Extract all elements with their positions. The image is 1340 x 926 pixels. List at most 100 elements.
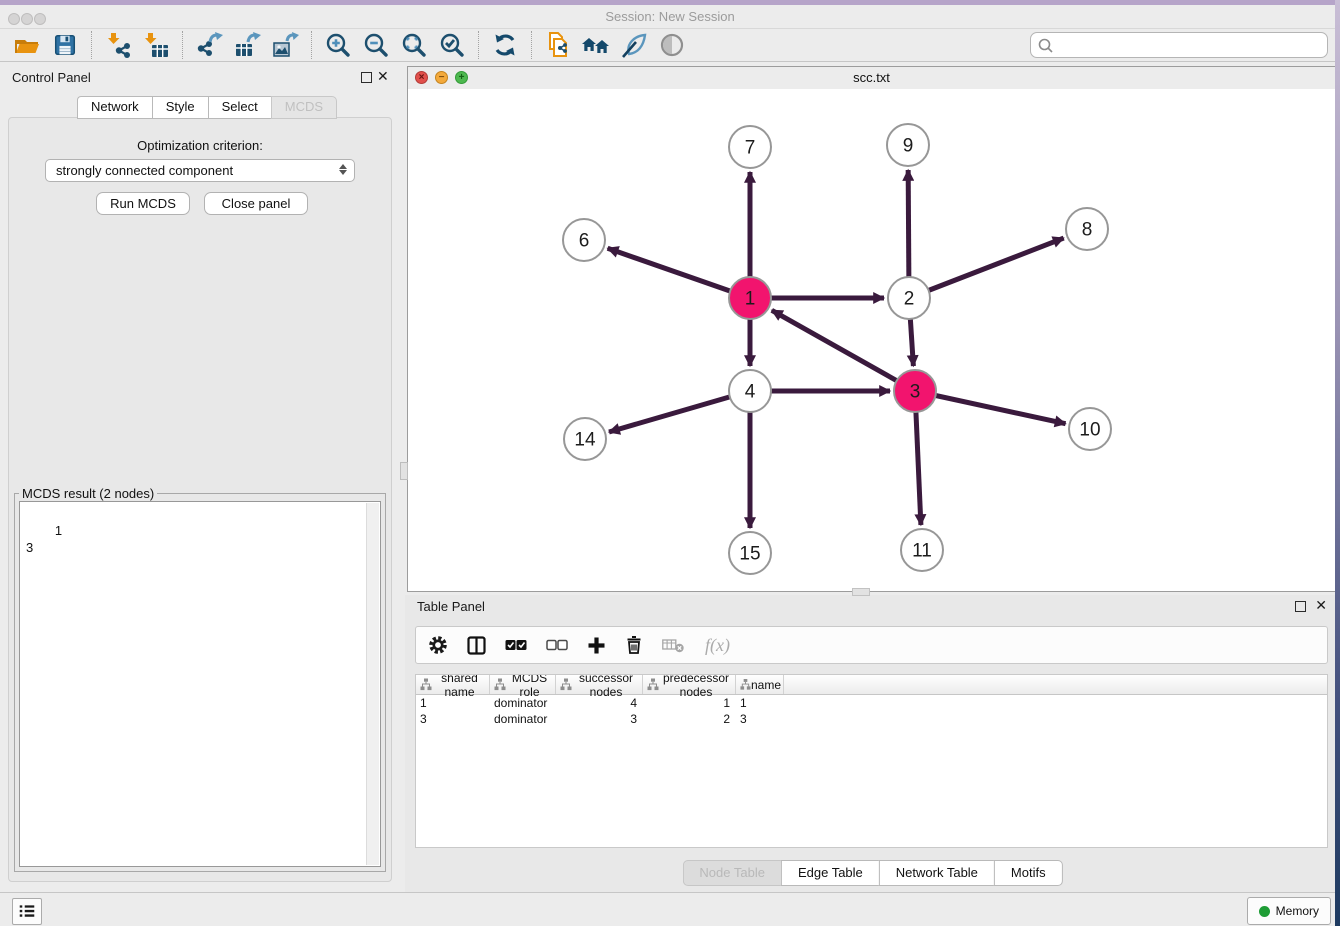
tab-style[interactable]: Style [152, 96, 208, 119]
tab-select[interactable]: Select [208, 96, 271, 119]
run-mcds-button[interactable]: Run MCDS [96, 192, 190, 215]
table-cell[interactable]: 2 [643, 712, 736, 726]
column-header-MCDS-role[interactable]: MCDS role [490, 675, 556, 694]
edge-1-6[interactable] [608, 248, 750, 298]
table-row[interactable]: 1dominator411 [416, 695, 1327, 711]
node-6[interactable]: 6 [563, 219, 605, 261]
node-9[interactable]: 9 [887, 124, 929, 166]
column-header-shared-name[interactable]: shared name [416, 675, 490, 694]
table-cell[interactable]: 3 [736, 712, 784, 726]
import-network-button[interactable] [102, 30, 134, 60]
tab-edge-table[interactable]: Edge Table [781, 860, 879, 886]
memory-label: Memory [1276, 904, 1319, 918]
duplicate-network-button[interactable] [542, 30, 574, 60]
float-panel-icon[interactable] [361, 72, 372, 83]
node-8[interactable]: 8 [1066, 208, 1108, 250]
table-cell[interactable]: 4 [556, 696, 643, 710]
zoom-fit-button[interactable] [398, 30, 430, 60]
delete-column-button[interactable] [625, 635, 643, 655]
search-input[interactable] [1054, 34, 1327, 56]
close-panel-button[interactable]: Close panel [204, 192, 308, 215]
zoom-selected-button[interactable] [436, 30, 468, 60]
edge-3-1[interactable] [772, 310, 915, 391]
edge-2-8[interactable] [909, 238, 1064, 298]
add-column-button[interactable] [587, 636, 606, 655]
table-cell[interactable]: dominator [490, 696, 556, 710]
network-maximize-button[interactable]: + [455, 71, 468, 84]
network-graph[interactable]: 7 9 6 8 1 2 4 3 14 10 15 11 [408, 89, 1335, 591]
table-cell[interactable]: 3 [416, 712, 490, 726]
apply-layout-button[interactable] [489, 30, 521, 60]
node-14[interactable]: 14 [564, 418, 606, 460]
node-11[interactable]: 11 [901, 529, 943, 571]
apply-style-button[interactable] [618, 30, 650, 60]
table-cell[interactable]: 1 [416, 696, 490, 710]
export-network-button[interactable] [193, 30, 225, 60]
zoom-out-button[interactable] [360, 30, 392, 60]
mcds-result-box[interactable]: 1 3 [19, 501, 381, 867]
window-zoom-button[interactable] [34, 13, 46, 25]
node-2[interactable]: 2 [888, 277, 930, 319]
task-history-button[interactable] [12, 898, 42, 925]
toolbar-separator [311, 31, 312, 59]
show-hide-button[interactable] [656, 30, 688, 60]
import-table-button[interactable] [140, 30, 172, 60]
result-scrollbar[interactable] [366, 503, 379, 865]
optimization-criterion-select[interactable]: strongly connected component [45, 159, 355, 182]
edge-4-14[interactable] [609, 391, 750, 432]
table-cell[interactable]: 1 [736, 696, 784, 710]
memory-button[interactable]: Memory [1247, 897, 1331, 925]
node-7[interactable]: 7 [729, 126, 771, 168]
trash-icon [625, 635, 643, 655]
network-close-button[interactable]: × [415, 71, 428, 84]
close-table-panel-icon[interactable]: ✕ [1315, 597, 1327, 613]
vertical-split-handle[interactable] [400, 462, 408, 480]
table-row[interactable]: 3dominator323 [416, 711, 1327, 727]
function-builder-button[interactable]: f(x) [705, 635, 730, 656]
node-3[interactable]: 3 [894, 370, 936, 412]
mcds-result-fieldset: MCDS result (2 nodes) 1 3 [14, 486, 386, 872]
window-close-button[interactable] [8, 13, 20, 25]
delete-table-button[interactable] [662, 637, 686, 653]
float-table-panel-icon[interactable] [1295, 601, 1306, 612]
toolbar-separator [478, 31, 479, 59]
column-header-successor-nodes[interactable]: successor nodes [556, 675, 643, 694]
split-view-button[interactable] [467, 636, 486, 655]
export-table-button[interactable] [231, 30, 263, 60]
network-canvas[interactable]: 7 9 6 8 1 2 4 3 14 10 15 11 [408, 89, 1335, 591]
table-settings-button[interactable] [428, 635, 448, 655]
window-minimize-button[interactable] [21, 13, 33, 25]
show-all-networks-button[interactable] [580, 30, 612, 60]
column-header-name[interactable]: name [736, 675, 784, 694]
tab-node-table[interactable]: Node Table [682, 860, 781, 886]
tab-network-table[interactable]: Network Table [879, 860, 994, 886]
tab-motifs[interactable]: Motifs [994, 860, 1063, 886]
network-minimize-button[interactable]: − [435, 71, 448, 84]
column-header-predecessor-nodes[interactable]: predecessor nodes [643, 675, 736, 694]
node-10[interactable]: 10 [1069, 408, 1111, 450]
edge-3-10[interactable] [915, 391, 1066, 424]
zoom-in-button[interactable] [322, 30, 354, 60]
tab-mcds[interactable]: MCDS [271, 96, 337, 119]
table-cell[interactable]: dominator [490, 712, 556, 726]
mcds-result-title: MCDS result (2 nodes) [19, 486, 157, 501]
search-box[interactable] [1030, 32, 1328, 58]
table-cell[interactable]: 1 [643, 696, 736, 710]
open-session-button[interactable] [11, 30, 43, 60]
select-all-button[interactable] [505, 639, 527, 651]
horizontal-split-handle[interactable] [852, 588, 870, 596]
table-cell[interactable]: 3 [556, 712, 643, 726]
node-15[interactable]: 15 [729, 532, 771, 574]
save-session-button[interactable] [49, 30, 81, 60]
close-panel-icon[interactable]: ✕ [377, 68, 389, 84]
table-panel-tabs: Node TableEdge TableNetwork TableMotifs [682, 860, 1062, 886]
column-tree-icon [647, 678, 659, 691]
node-4[interactable]: 4 [729, 370, 771, 412]
zoom-in-icon [325, 32, 352, 59]
export-image-button[interactable] [269, 30, 301, 60]
network-window-titlebar[interactable]: × − + scc.txt [408, 67, 1335, 90]
tab-network[interactable]: Network [77, 96, 152, 119]
node-1[interactable]: 1 [729, 277, 771, 319]
deselect-all-button[interactable] [546, 639, 568, 651]
memory-status-icon [1259, 906, 1270, 917]
